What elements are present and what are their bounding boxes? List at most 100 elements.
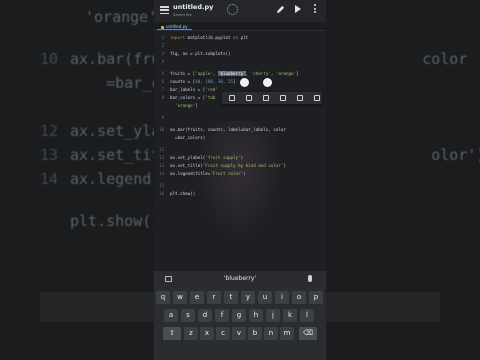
suggestion-bar: 'blueberry' (154, 271, 326, 287)
line-number: 6 (161, 79, 164, 84)
key-s[interactable]: s (181, 309, 195, 322)
backspace-key[interactable]: ⌫ (299, 327, 317, 340)
key-q[interactable]: q (156, 291, 170, 304)
bg-code-line: 14 ax.legend( (40, 170, 161, 188)
code-token: bar_labels = [ (170, 87, 206, 92)
suggestion-word[interactable]: 'blueberry' (154, 275, 326, 282)
key-j[interactable]: j (266, 309, 280, 322)
line-number: 1 (161, 35, 164, 40)
key-e[interactable]: e (190, 291, 204, 304)
code-token: fruits = [ (170, 71, 196, 76)
code-token: plt.show() (170, 191, 196, 196)
file-status: Saved file (173, 12, 192, 17)
key-p[interactable]: p (309, 291, 323, 304)
shift-key[interactable]: ⇧ (163, 327, 181, 340)
key-k[interactable]: k (283, 309, 297, 322)
code-token: bar_colors = [ (170, 95, 206, 100)
key-x[interactable]: x (200, 327, 214, 340)
microphone-icon[interactable] (308, 275, 312, 282)
key-z[interactable]: z (184, 327, 198, 340)
key-o[interactable]: o (292, 291, 306, 304)
code-token: 'orange' (175, 103, 196, 108)
code-token: ax.legend(title= (170, 171, 211, 176)
keyboard-row-1: qwertyuiop (154, 291, 326, 307)
code-line[interactable]: ax.set_ylabel('fruit supply') (170, 155, 243, 160)
more-icon[interactable] (313, 94, 321, 102)
code-line[interactable]: import matplotlib.pyplot as plt (170, 35, 248, 40)
code-line[interactable]: fig, ax = plt.subplots() (170, 51, 231, 56)
key-a[interactable]: a (164, 309, 178, 322)
code-line[interactable]: ax.bar(fruits, counts, label=bar_labels,… (170, 127, 286, 132)
code-line[interactable]: ax.legend(title='Fruit color') (170, 171, 246, 176)
key-v[interactable]: v (232, 327, 246, 340)
code-token: ] (195, 103, 198, 108)
format-icon[interactable] (296, 94, 304, 102)
pencil-icon[interactable] (276, 5, 285, 14)
copy-icon-glyph (263, 95, 269, 101)
key-i[interactable]: i (275, 291, 289, 304)
code-token: matplotlib.pyplot (185, 35, 234, 40)
code-line[interactable]: ax.set_title('Fruit supply by kind and c… (170, 163, 286, 168)
code-token: 'cherry' (250, 71, 271, 76)
selection-handle-start[interactable] (240, 78, 249, 87)
settings-gear-icon[interactable] (227, 4, 238, 15)
video-overlay-figure (194, 121, 284, 241)
code-token: fig, ax = plt.subplots() (170, 51, 231, 56)
select-all-icon[interactable] (228, 94, 236, 102)
key-b[interactable]: b (248, 327, 262, 340)
line-number: 3 (161, 51, 164, 56)
bg-code-line: 'orange' (85, 8, 158, 26)
code-token: 'Fruit supply by kind and color' (202, 163, 284, 168)
cut-icon[interactable] (245, 94, 253, 102)
more-icon-glyph (314, 95, 320, 101)
key-c[interactable]: c (216, 327, 230, 340)
code-line[interactable]: bar_labels = ['red' (170, 87, 218, 92)
selection-handle-end[interactable] (263, 78, 272, 87)
code-token: ax.bar(fruits, counts, label=bar_labels,… (170, 127, 286, 132)
tab-untitled[interactable]: untitled.py (157, 23, 192, 30)
app-bar: untitled.py Saved file (154, 0, 326, 22)
code-token: import (170, 35, 186, 40)
key-m[interactable]: m (280, 327, 294, 340)
key-r[interactable]: r (207, 291, 221, 304)
key-h[interactable]: h (249, 309, 263, 322)
key-g[interactable]: g (232, 309, 246, 322)
run-play-icon[interactable] (295, 5, 301, 13)
code-token: counts = [ (170, 79, 196, 84)
key-l[interactable]: l (300, 309, 314, 322)
code-token: ) (283, 163, 286, 168)
code-token: 'Fruit color' (210, 171, 244, 176)
code-token: 'orange' (275, 71, 297, 76)
more-vert-icon[interactable] (314, 4, 317, 15)
key-t[interactable]: t (224, 291, 238, 304)
code-token: 'red' (205, 87, 218, 92)
phone-screen: untitled.py Saved file untitled.py 1 impo… (154, 0, 326, 360)
key-n[interactable]: n (264, 327, 278, 340)
code-editor[interactable]: 1 import matplotlib.pyplot as plt 2 3 fig, a… (154, 31, 326, 271)
line-number: 9 (161, 115, 164, 120)
keyboard-row-3: ⇧ ⌫ zxcvbnm (154, 327, 326, 343)
key-w[interactable]: w (173, 291, 187, 304)
code-line[interactable]: 'orange'] (170, 103, 198, 108)
line-number: 7 (161, 87, 164, 92)
code-line[interactable]: plt.show() (170, 191, 195, 196)
hamburger-menu-icon[interactable] (160, 6, 169, 15)
key-y[interactable]: y (241, 291, 255, 304)
key-u[interactable]: u (258, 291, 272, 304)
line-number: 2 (161, 43, 164, 48)
file-title: untitled.py (173, 3, 214, 11)
paste-icon[interactable] (279, 94, 287, 102)
code-line[interactable]: bar_colors = ['tab (170, 95, 215, 100)
code-line[interactable]: =bar_colors) (170, 135, 205, 140)
line-number: 15 (159, 183, 164, 188)
code-line[interactable]: counts = [40, 100, 30, 55] (170, 79, 236, 84)
key-f[interactable]: f (215, 309, 229, 322)
line-number: 12 (159, 155, 164, 160)
code-line[interactable]: fruits = ['apple', 'blueberry', 'cherry'… (170, 71, 299, 76)
key-d[interactable]: d (198, 309, 212, 322)
tab-bar: untitled.py (154, 22, 326, 31)
line-number: 4 (161, 59, 164, 64)
selected-text: 'blueberry' (217, 71, 246, 76)
line-number: 16 (159, 191, 164, 196)
copy-icon[interactable] (262, 94, 270, 102)
